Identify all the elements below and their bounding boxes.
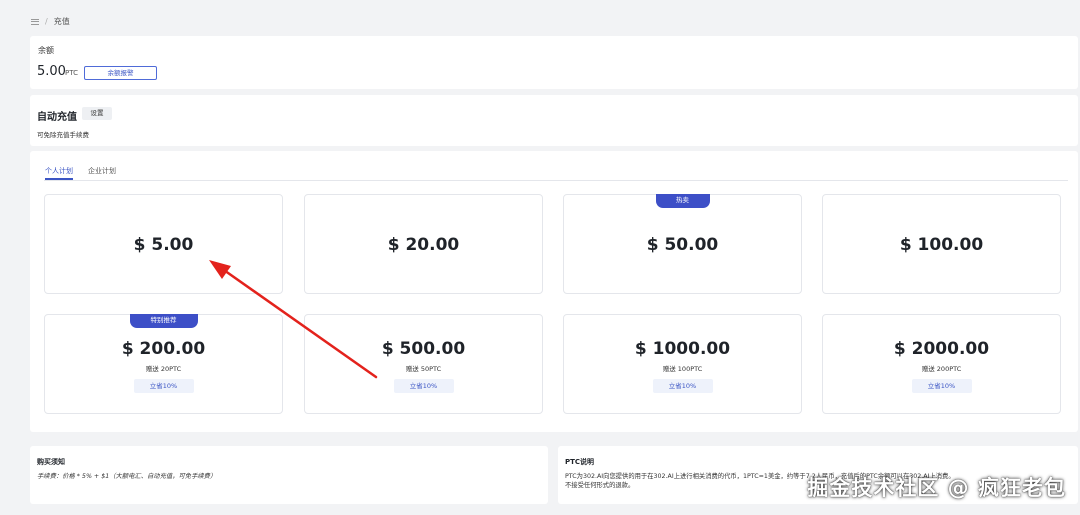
ptc-info-title: PTC说明 xyxy=(565,458,595,466)
breadcrumb: / 充值 xyxy=(31,16,70,27)
plan-card-20[interactable]: $ 20.00 xyxy=(304,194,543,294)
plan-save-tag: 立省10% xyxy=(393,379,454,393)
auto-recharge-settings-button[interactable]: 设置 xyxy=(82,107,112,120)
plan-save-tag: 立省10% xyxy=(133,379,194,393)
balance-card: 余额 5.00 PTC 余额报警 xyxy=(30,36,1078,89)
hot-sale-badge: 热卖 xyxy=(655,194,710,208)
plan-price: $ 5.00 xyxy=(133,235,194,255)
plan-card-50[interactable]: 热卖 $ 50.00 xyxy=(563,194,802,294)
plan-tabs: 个人计划 企业计划 xyxy=(44,164,1068,181)
plan-save-tag: 立省10% xyxy=(911,379,972,393)
auto-recharge-card: 自动充值 设置 可免除充值手续费 xyxy=(30,95,1078,146)
auto-recharge-title: 自动充值 xyxy=(37,112,77,123)
recommended-badge: 特别推荐 xyxy=(129,314,198,328)
auto-recharge-description: 可免除充值手续费 xyxy=(37,131,89,139)
menu-icon[interactable] xyxy=(31,18,39,25)
plan-bonus: 赠送 50PTC xyxy=(405,365,442,373)
plan-bonus: 赠送 20PTC xyxy=(145,365,182,373)
plan-save-tag: 立省10% xyxy=(652,379,713,393)
tab-enterprise-plan[interactable]: 企业计划 xyxy=(88,166,116,176)
plan-card-2000[interactable]: $ 2000.00 赠送 200PTC 立省10% xyxy=(822,314,1061,414)
breadcrumb-current: 充值 xyxy=(53,17,70,26)
breadcrumb-separator: / xyxy=(45,17,48,26)
plan-price: $ 1000.00 xyxy=(634,339,731,359)
plan-card-200[interactable]: 特别推荐 $ 200.00 赠送 20PTC 立省10% xyxy=(44,314,283,414)
plan-card-1000[interactable]: $ 1000.00 赠送 100PTC 立省10% xyxy=(563,314,802,414)
plan-price: $ 100.00 xyxy=(899,235,984,255)
purchase-notice-title: 购买须知 xyxy=(37,458,65,466)
plan-card-5[interactable]: $ 5.00 xyxy=(44,194,283,294)
plan-price: $ 2000.00 xyxy=(893,339,990,359)
balance-label: 余额 xyxy=(38,46,54,55)
plan-price: $ 50.00 xyxy=(646,235,719,255)
plan-price: $ 200.00 xyxy=(121,339,206,359)
purchase-notice-card: 购买须知 手续费：价格 * 5% + $1（大额电汇、自动充值，可免手续费） xyxy=(30,446,548,504)
watermark: 掘金技术社区 @ 疯狂老包 xyxy=(807,476,1066,500)
plan-card-100[interactable]: $ 100.00 xyxy=(822,194,1061,294)
plan-bonus: 赠送 100PTC xyxy=(662,365,703,373)
tab-personal-plan[interactable]: 个人计划 xyxy=(45,166,73,180)
balance-unit: PTC xyxy=(65,69,78,77)
balance-alert-button[interactable]: 余额报警 xyxy=(84,66,157,80)
plan-price: $ 20.00 xyxy=(387,235,460,255)
plan-card-500[interactable]: $ 500.00 赠送 50PTC 立省10% xyxy=(304,314,543,414)
plan-bonus: 赠送 200PTC xyxy=(921,365,962,373)
plan-price: $ 500.00 xyxy=(381,339,466,359)
purchase-notice-text: 手续费：价格 * 5% + $1（大额电汇、自动充值，可免手续费） xyxy=(37,473,217,480)
balance-amount: 5.00 xyxy=(37,64,66,79)
plans-panel: 个人计划 企业计划 $ 5.00 $ 20.00 热卖 $ 50.00 $ 10… xyxy=(30,151,1078,432)
